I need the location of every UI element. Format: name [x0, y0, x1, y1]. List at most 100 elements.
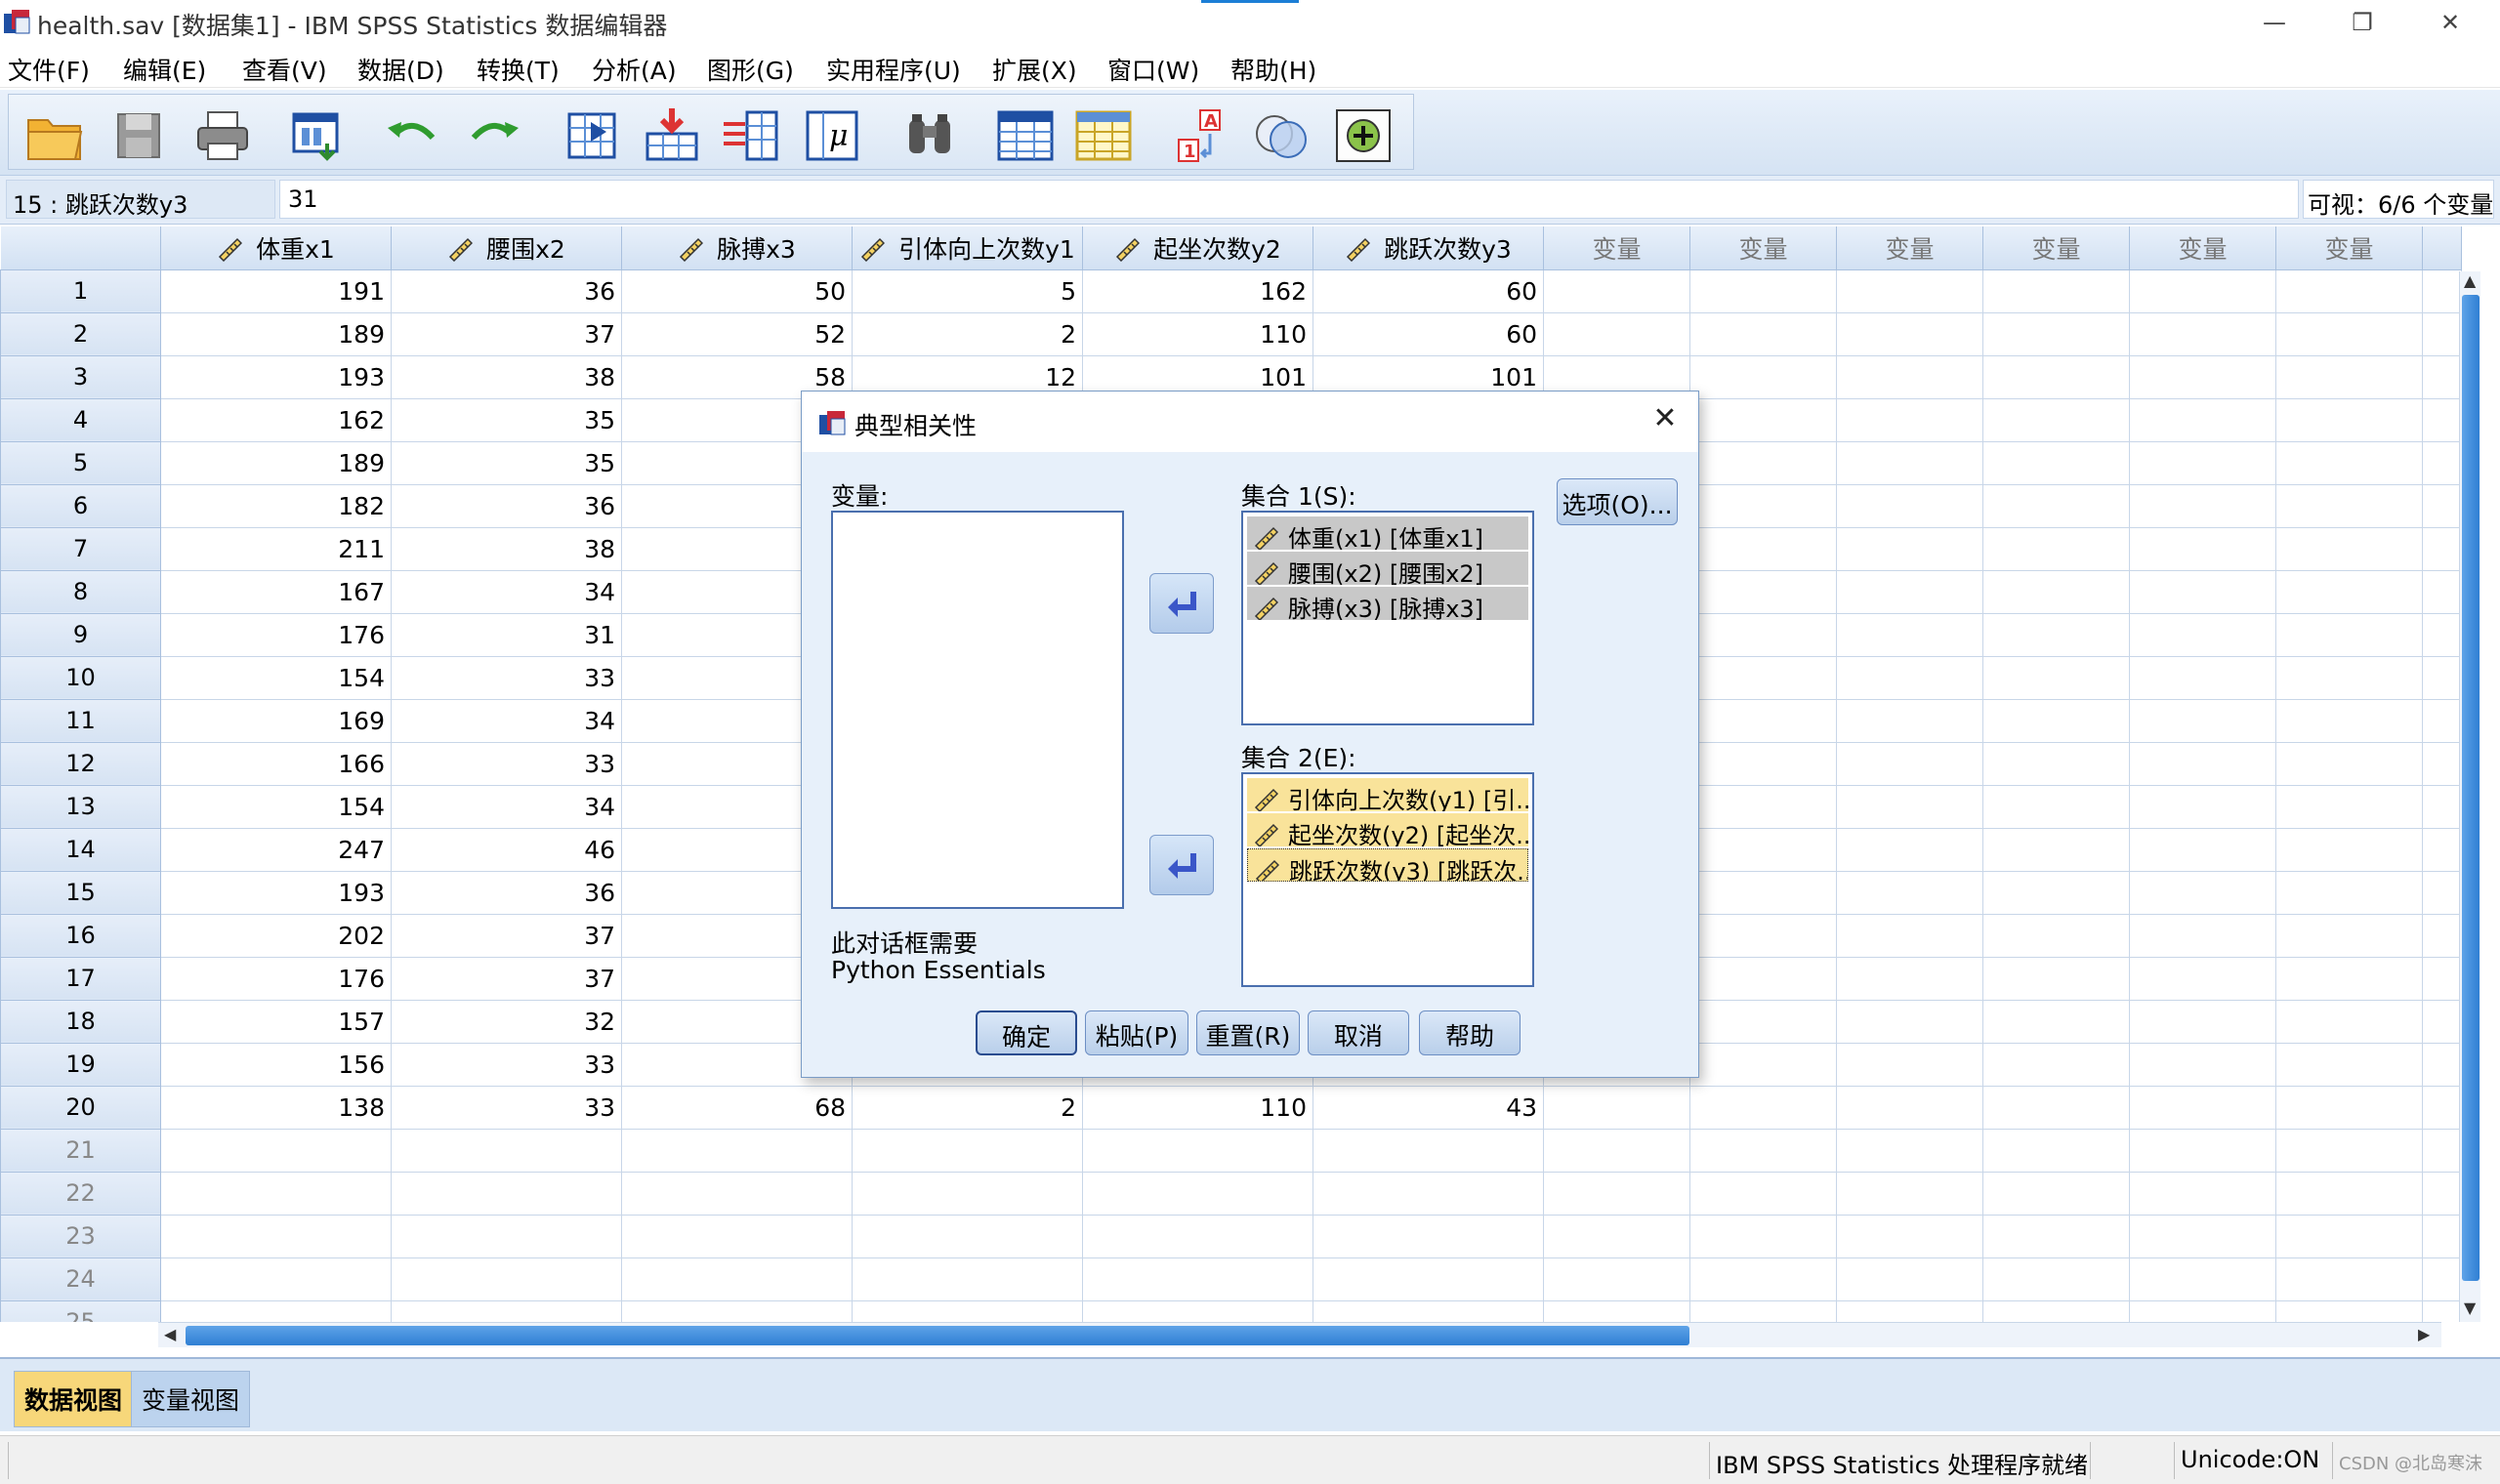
row-number[interactable]: 16 — [0, 913, 161, 958]
table-cell[interactable]: 138 — [160, 1086, 392, 1130]
table-cell[interactable] — [391, 1300, 622, 1322]
empty-cell[interactable] — [1689, 1043, 1837, 1087]
empty-cell[interactable] — [2275, 570, 2423, 614]
cell-value-field[interactable]: 31 — [279, 180, 2299, 219]
row-number[interactable]: 22 — [0, 1171, 161, 1216]
empty-cell[interactable] — [2275, 1257, 2423, 1301]
empty-cell[interactable] — [1982, 1000, 2130, 1044]
empty-cell[interactable] — [1982, 398, 2130, 442]
reset-button[interactable]: 重置(R) — [1196, 1010, 1300, 1055]
table-cell[interactable]: 36 — [391, 269, 622, 313]
table-cell[interactable]: 189 — [160, 312, 392, 356]
table-cell[interactable] — [1082, 1300, 1313, 1322]
table-cell[interactable]: 166 — [160, 742, 392, 786]
empty-cell[interactable] — [1689, 785, 1837, 829]
table-cell[interactable] — [391, 1129, 622, 1173]
table-cell[interactable]: 34 — [391, 699, 622, 743]
row-number[interactable]: 9 — [0, 612, 161, 657]
empty-cell[interactable] — [2275, 269, 2423, 313]
menu-utilities[interactable]: 实用程序(U) — [826, 52, 961, 87]
empty-cell[interactable] — [1543, 1300, 1690, 1322]
empty-cell[interactable] — [1836, 613, 1983, 657]
move-to-set1-button[interactable] — [1149, 573, 1214, 634]
empty-cell[interactable] — [1982, 1043, 2130, 1087]
table-cell[interactable]: 211 — [160, 527, 392, 571]
table-cell[interactable] — [1312, 1129, 1544, 1173]
empty-cell[interactable] — [1689, 441, 1837, 485]
empty-cell[interactable] — [2129, 484, 2276, 528]
empty-cell[interactable] — [2129, 914, 2276, 958]
empty-cell[interactable] — [1982, 871, 2130, 915]
table-cell[interactable]: 33 — [391, 742, 622, 786]
move-to-set2-button[interactable] — [1149, 835, 1214, 895]
empty-cell[interactable] — [1982, 527, 2130, 571]
row-number[interactable]: 10 — [0, 655, 161, 700]
empty-cell[interactable] — [1982, 269, 2130, 313]
empty-cell[interactable] — [1836, 1129, 1983, 1173]
table-cell[interactable] — [391, 1257, 622, 1301]
table-cell[interactable] — [621, 1257, 853, 1301]
empty-cell[interactable] — [2275, 527, 2423, 571]
recall-dialog-icon[interactable] — [288, 106, 349, 165]
empty-cell[interactable] — [1982, 613, 2130, 657]
empty-cell[interactable] — [1982, 656, 2130, 700]
table-cell[interactable]: 157 — [160, 1000, 392, 1044]
row-number[interactable]: 13 — [0, 784, 161, 829]
row-number[interactable]: 1 — [0, 268, 161, 313]
empty-cell[interactable] — [2129, 1129, 2276, 1173]
vertical-scroll-thumb[interactable] — [2462, 295, 2479, 1281]
table-cell[interactable] — [160, 1215, 392, 1258]
empty-cell[interactable] — [2129, 1043, 2276, 1087]
table-cell[interactable] — [852, 1129, 1083, 1173]
empty-cell[interactable] — [1689, 914, 1837, 958]
empty-cell[interactable] — [1689, 957, 1837, 1001]
empty-cell[interactable] — [2129, 1086, 2276, 1130]
empty-cell[interactable] — [2275, 1086, 2423, 1130]
table-cell[interactable] — [621, 1129, 853, 1173]
empty-cell[interactable] — [1982, 312, 2130, 356]
table-cell[interactable]: 5 — [852, 269, 1083, 313]
empty-cell[interactable] — [1689, 269, 1837, 313]
column-header[interactable]: 起坐次数y2 — [1082, 227, 1313, 270]
empty-cell[interactable] — [2129, 613, 2276, 657]
menu-extensions[interactable]: 扩展(X) — [992, 52, 1077, 87]
menu-transform[interactable]: 转换(T) — [477, 52, 560, 87]
scroll-right-icon[interactable]: ▶ — [2418, 1325, 2430, 1343]
row-number[interactable]: 2 — [0, 311, 161, 356]
insert-variable-icon[interactable] — [722, 106, 782, 165]
table-cell[interactable] — [160, 1257, 392, 1301]
table-cell[interactable]: 34 — [391, 570, 622, 614]
empty-cell[interactable] — [1836, 570, 1983, 614]
empty-cell[interactable] — [2129, 1257, 2276, 1301]
set1-item[interactable]: 腰围(x2) [腰围x2] — [1247, 552, 1528, 585]
empty-cell[interactable] — [1689, 398, 1837, 442]
empty-cell[interactable] — [2129, 957, 2276, 1001]
table-cell[interactable]: 31 — [391, 613, 622, 657]
menu-graphs[interactable]: 图形(G) — [707, 52, 794, 87]
empty-cell[interactable] — [1689, 656, 1837, 700]
empty-cell[interactable] — [2129, 441, 2276, 485]
menu-data[interactable]: 数据(D) — [357, 52, 444, 87]
empty-variable-header[interactable]: 变量 — [1543, 227, 1690, 270]
table-cell[interactable] — [1082, 1172, 1313, 1216]
empty-cell[interactable] — [1689, 484, 1837, 528]
empty-cell[interactable] — [2275, 1129, 2423, 1173]
table-cell[interactable]: 37 — [391, 312, 622, 356]
minimize-icon[interactable]: — — [2230, 0, 2318, 45]
empty-cell[interactable] — [1836, 699, 1983, 743]
row-number[interactable]: 21 — [0, 1128, 161, 1173]
table-cell[interactable]: 33 — [391, 1043, 622, 1087]
table-cell[interactable]: 34 — [391, 785, 622, 829]
empty-cell[interactable] — [1982, 1129, 2130, 1173]
table-cell[interactable]: 38 — [391, 527, 622, 571]
horizontal-scrollbar[interactable]: ◀ ▶ — [158, 1322, 2441, 1347]
empty-cell[interactable] — [1543, 269, 1690, 313]
empty-cell[interactable] — [1836, 957, 1983, 1001]
set2-item[interactable]: 跳跃次数(y3) [跳跃次... — [1247, 848, 1528, 882]
table-cell[interactable]: 37 — [391, 957, 622, 1001]
row-number[interactable]: 5 — [0, 440, 161, 485]
row-number[interactable]: 24 — [0, 1257, 161, 1301]
table-cell[interactable]: 36 — [391, 871, 622, 915]
empty-cell[interactable] — [1982, 355, 2130, 399]
menu-help[interactable]: 帮助(H) — [1230, 52, 1316, 87]
